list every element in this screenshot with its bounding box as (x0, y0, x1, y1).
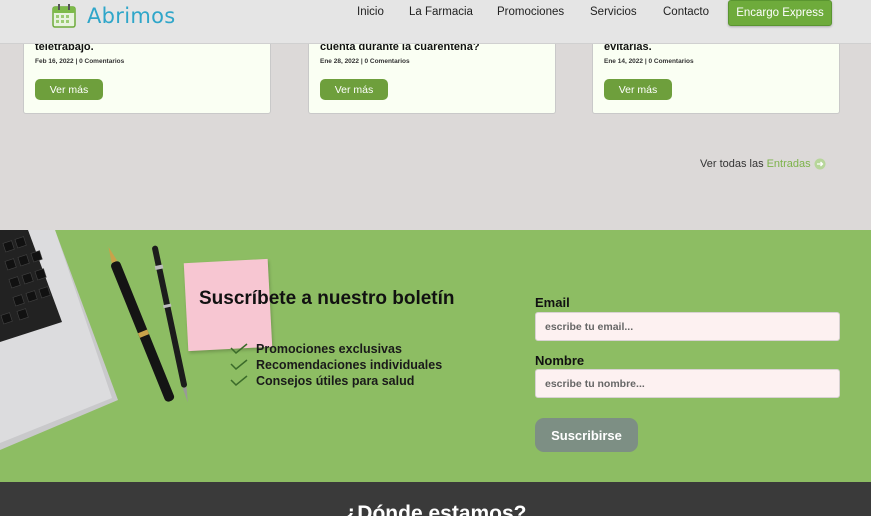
location-section: ¿Dónde estamos? (0, 482, 871, 516)
benefit-text: Recomendaciones individuales (256, 358, 443, 372)
blog-card-meta: Ene 28, 2022 | 0 Comentarios (320, 58, 410, 65)
checkmark-icon (230, 359, 248, 371)
email-field[interactable] (535, 312, 840, 341)
benefit-item: Consejos útiles para salud (230, 374, 414, 388)
benefit-item: Recomendaciones individuales (230, 358, 442, 372)
newsletter-section: Suscríbete a nuestro boletín Promociones… (0, 230, 871, 482)
location-title: ¿Dónde estamos? (344, 502, 527, 516)
see-all-link[interactable]: Entradas (767, 158, 811, 170)
logo[interactable]: Abrimos (50, 2, 176, 30)
see-all-posts: Ver todas las Entradas (700, 158, 826, 170)
nav-item-la-farmacia[interactable]: La Farmacia (409, 6, 473, 18)
newsletter-title: Suscríbete a nuestro boletín (199, 288, 455, 309)
read-more-button[interactable]: Ver más (320, 79, 388, 100)
calendar-icon (52, 4, 76, 28)
blog-card-meta: Feb 16, 2022 | 0 Comentarios (35, 58, 125, 65)
blog-card-meta: Ene 14, 2022 | 0 Comentarios (604, 58, 694, 65)
site-header: Abrimos Inicio La Farmacia Promociones S… (0, 0, 871, 44)
nav-item-inicio[interactable]: Inicio (357, 6, 384, 18)
checkmark-icon (230, 343, 248, 355)
encargo-express-button[interactable]: Encargo Express (728, 0, 832, 26)
nav-item-contacto[interactable]: Contacto (663, 6, 709, 18)
pens-image (108, 245, 188, 403)
email-label: Email (535, 295, 570, 310)
arrow-right-circle-icon[interactable] (814, 158, 826, 170)
checkmark-icon (230, 375, 248, 387)
name-field[interactable] (535, 369, 840, 398)
read-more-button[interactable]: Ver más (35, 79, 103, 100)
benefit-text: Consejos útiles para salud (256, 374, 415, 388)
nav-item-promociones[interactable]: Promociones (497, 6, 564, 18)
nav-item-servicios[interactable]: Servicios (590, 6, 637, 18)
subscribe-button[interactable]: Suscribirse (535, 418, 638, 452)
name-label: Nombre (535, 353, 585, 368)
benefit-item: Promociones exclusivas (230, 342, 402, 356)
read-more-button[interactable]: Ver más (604, 79, 672, 100)
benefit-text: Promociones exclusivas (256, 342, 402, 356)
see-all-prefix: Ver todas las (700, 158, 764, 170)
brand-name: Abrimos (87, 4, 176, 28)
